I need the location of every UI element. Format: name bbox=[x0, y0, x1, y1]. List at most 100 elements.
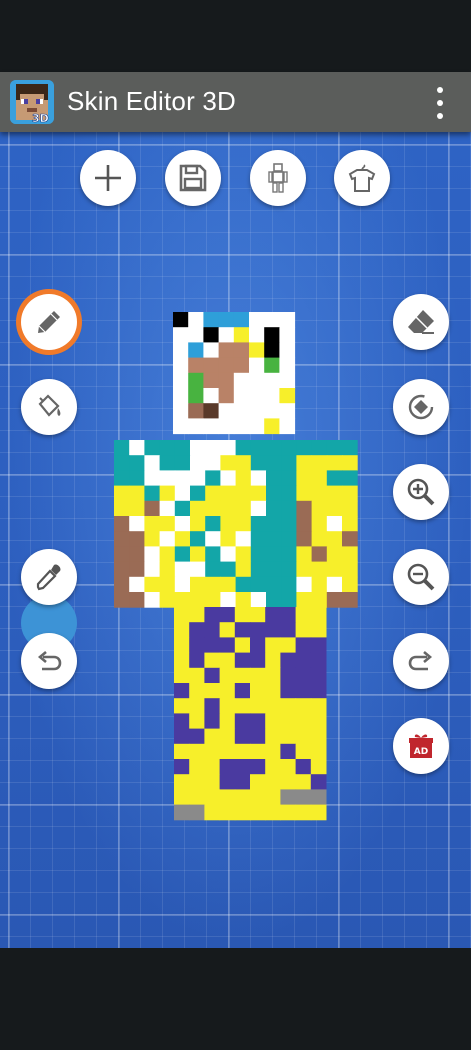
skin-pixel[interactable] bbox=[310, 743, 327, 760]
skin-pixel[interactable] bbox=[205, 485, 221, 502]
skin-pixel[interactable] bbox=[174, 592, 191, 608]
skin-pixel[interactable] bbox=[159, 561, 176, 578]
skin-pixel[interactable] bbox=[233, 327, 250, 343]
skin-pixel[interactable] bbox=[205, 470, 221, 487]
skin-pixel[interactable] bbox=[129, 500, 145, 517]
skin-pixel[interactable] bbox=[189, 698, 205, 714]
skin-pixel[interactable] bbox=[174, 743, 190, 760]
skin-pixel[interactable] bbox=[311, 485, 328, 502]
skin-pixel[interactable] bbox=[188, 312, 204, 328]
skin-pixel[interactable] bbox=[280, 667, 297, 684]
skin-pixel[interactable] bbox=[250, 698, 266, 714]
skin-pixel[interactable] bbox=[310, 789, 327, 806]
skin-pixel[interactable] bbox=[144, 455, 161, 471]
skin-pixel[interactable] bbox=[264, 357, 280, 374]
skin-pixel[interactable] bbox=[265, 804, 281, 821]
skin-pixel[interactable] bbox=[218, 312, 235, 328]
skin-pixel[interactable] bbox=[159, 485, 176, 502]
skin-pixel[interactable] bbox=[188, 388, 204, 404]
skin-pixel[interactable] bbox=[234, 652, 251, 669]
skin-pixel[interactable] bbox=[174, 440, 191, 456]
eraser-button[interactable] bbox=[393, 294, 449, 350]
skin-pixel[interactable] bbox=[174, 789, 190, 806]
skin-pixel[interactable] bbox=[279, 372, 296, 389]
skin-pixel[interactable] bbox=[204, 804, 221, 821]
skin-pixel[interactable] bbox=[144, 592, 161, 608]
skin-pixel[interactable] bbox=[295, 743, 312, 760]
skin-pixel[interactable] bbox=[174, 561, 191, 578]
skin-pixel[interactable] bbox=[190, 440, 206, 456]
skin-pixel[interactable] bbox=[265, 683, 281, 699]
skin-pixel[interactable] bbox=[295, 789, 312, 806]
skin-pixel[interactable] bbox=[296, 516, 313, 532]
skin-pixel[interactable] bbox=[250, 789, 266, 806]
skin-pixel[interactable] bbox=[233, 372, 250, 389]
skin-pixel[interactable] bbox=[296, 576, 313, 593]
skin-pixel[interactable] bbox=[295, 698, 312, 714]
skin-pixel[interactable] bbox=[265, 622, 281, 638]
skin-preview[interactable] bbox=[0, 132, 471, 948]
skin-pixel[interactable] bbox=[174, 622, 190, 638]
skin-pixel[interactable] bbox=[279, 418, 296, 435]
skin-pixel[interactable] bbox=[205, 516, 221, 532]
skin-pixel[interactable] bbox=[129, 516, 145, 532]
skin-pixel[interactable] bbox=[144, 516, 161, 532]
skin-pixel[interactable] bbox=[218, 388, 235, 404]
skin-pixel[interactable] bbox=[280, 728, 297, 745]
skin-pixel[interactable] bbox=[203, 372, 220, 389]
skin-pixel[interactable] bbox=[219, 774, 236, 790]
skin-pixel[interactable] bbox=[266, 576, 282, 593]
skin-pixel[interactable] bbox=[310, 804, 327, 821]
skin-pixel[interactable] bbox=[280, 698, 297, 714]
skin-pixel[interactable] bbox=[205, 531, 221, 547]
skin-pixel[interactable] bbox=[220, 546, 237, 563]
skin-pixel[interactable] bbox=[281, 440, 297, 456]
skin-pixel[interactable] bbox=[250, 500, 267, 517]
skin-pixel[interactable] bbox=[218, 403, 235, 419]
skin-pixel[interactable] bbox=[311, 440, 328, 456]
skin-pixel[interactable] bbox=[265, 637, 281, 654]
skin-pixel[interactable] bbox=[220, 455, 237, 471]
skin-pixel[interactable] bbox=[204, 759, 221, 775]
skin-pixel[interactable] bbox=[205, 500, 221, 517]
skin-pixel[interactable] bbox=[281, 531, 297, 547]
skin-pixel[interactable] bbox=[234, 667, 251, 684]
skin-pixel[interactable] bbox=[280, 652, 297, 669]
skin-pixel[interactable] bbox=[310, 607, 327, 623]
skin-pixel[interactable] bbox=[188, 403, 204, 419]
skin-pixel[interactable] bbox=[189, 652, 205, 669]
skin-pixel[interactable] bbox=[250, 683, 266, 699]
skin-pixel[interactable] bbox=[174, 607, 190, 623]
skin-pixel[interactable] bbox=[204, 789, 221, 806]
editor-canvas[interactable]: AD bbox=[0, 132, 471, 948]
skin-pixel-group[interactable] bbox=[114, 312, 358, 821]
skin-pixel[interactable] bbox=[264, 418, 280, 435]
skin-pixel[interactable] bbox=[265, 774, 281, 790]
skin-pixel[interactable] bbox=[188, 372, 204, 389]
skin-pixel[interactable] bbox=[342, 576, 358, 593]
skin-pixel[interactable] bbox=[203, 388, 220, 404]
skin-pixel[interactable] bbox=[190, 485, 206, 502]
eyedropper-button[interactable] bbox=[21, 549, 77, 605]
skin-pixel[interactable] bbox=[250, 759, 266, 775]
skin-pixel[interactable] bbox=[279, 388, 296, 404]
skin-pixel[interactable] bbox=[204, 728, 221, 745]
skin-pixel[interactable] bbox=[250, 804, 266, 821]
skin-pixel[interactable] bbox=[219, 713, 236, 730]
skin-pixel[interactable] bbox=[264, 342, 280, 359]
skin-pixel[interactable] bbox=[203, 357, 220, 374]
skin-pixel[interactable] bbox=[311, 516, 328, 532]
skin-pixel[interactable] bbox=[114, 561, 130, 578]
skin-pixel[interactable] bbox=[235, 455, 252, 471]
skin-pixel[interactable] bbox=[144, 531, 161, 547]
skin-pixel[interactable] bbox=[342, 485, 358, 502]
skin-pixel[interactable] bbox=[249, 372, 265, 389]
skin-pixel[interactable] bbox=[250, 713, 266, 730]
skin-pixel[interactable] bbox=[204, 698, 221, 714]
wardrobe-button[interactable] bbox=[334, 150, 390, 206]
skin-pixel[interactable] bbox=[249, 357, 265, 374]
skin-pixel[interactable] bbox=[173, 372, 189, 389]
skin-pixel[interactable] bbox=[174, 546, 191, 563]
skin-pixel[interactable] bbox=[174, 531, 191, 547]
skin-pixel[interactable] bbox=[129, 546, 145, 563]
